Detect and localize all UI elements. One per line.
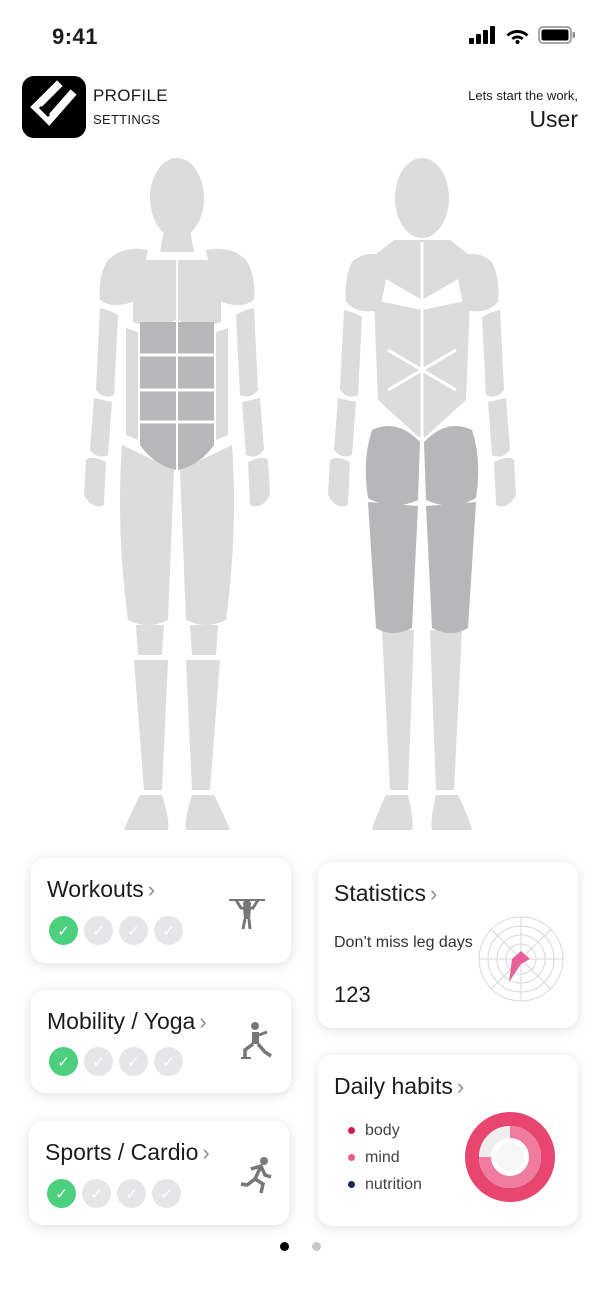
- workouts-card[interactable]: Workouts › ✓ ✓ ✓ ✓: [31, 858, 291, 963]
- neck: [160, 230, 194, 252]
- header: PROFILE SETTINGS Lets start the work, Us…: [0, 70, 600, 150]
- statistics-value: 123: [334, 982, 371, 1007]
- right-thigh: [180, 445, 234, 625]
- username: User: [529, 106, 578, 132]
- right-hand-back: [494, 457, 516, 507]
- check-circle-icon[interactable]: ✓: [154, 1047, 183, 1076]
- running-icon: [240, 1157, 272, 1194]
- left-foot-back: [372, 795, 413, 830]
- status-time: 9:41: [52, 24, 99, 49]
- chevron-right-icon: ›: [456, 1074, 465, 1099]
- left-foot: [124, 795, 169, 830]
- sports-title: Sports / Cardio ›: [45, 1139, 210, 1165]
- left-hamstring: [368, 502, 418, 633]
- wifi-icon: [506, 30, 529, 44]
- sports-cardio-card[interactable]: Sports / Cardio › ✓ ✓ ✓ ✓: [29, 1121, 289, 1225]
- legend-body: body: [348, 1117, 422, 1144]
- left-knee: [136, 625, 164, 655]
- checkmark-logo-icon: [30, 80, 77, 126]
- right-foot-back: [431, 795, 472, 830]
- legend-dot-body: [348, 1127, 355, 1134]
- statistics-title: Statistics ›: [334, 880, 438, 906]
- mobility-yoga-card[interactable]: Mobility / Yoga › ✓ ✓ ✓ ✓: [31, 990, 291, 1093]
- battery-icon: [538, 26, 575, 44]
- right-hamstring: [426, 502, 476, 633]
- check-circle-icon[interactable]: ✓: [117, 1179, 146, 1208]
- cellular-signal-icon: [469, 26, 495, 44]
- check-circle-icon[interactable]: ✓: [84, 1047, 113, 1076]
- abs-highlight-right: [178, 322, 214, 470]
- right-shin: [186, 660, 220, 790]
- status-icons: [469, 26, 576, 44]
- check-circle-icon[interactable]: ✓: [84, 916, 113, 945]
- page-dot-2[interactable]: [311, 1242, 321, 1251]
- left-forearm-back: [334, 398, 356, 457]
- right-glute: [424, 426, 479, 506]
- check-circle-icon[interactable]: ✓: [154, 916, 183, 945]
- abs-highlight: [140, 322, 176, 470]
- right-forearm: [242, 398, 264, 457]
- profile-link[interactable]: PROFILE: [93, 86, 168, 106]
- body-back-figure[interactable]: [322, 150, 530, 840]
- page-indicator[interactable]: [0, 1242, 600, 1251]
- check-circle-icon[interactable]: ✓: [119, 1047, 148, 1076]
- right-hand: [248, 457, 270, 507]
- chevron-right-icon: ›: [147, 877, 156, 902]
- check-circle-icon[interactable]: ✓: [49, 916, 78, 945]
- right-upper-arm: [236, 308, 258, 397]
- left-glute: [365, 426, 420, 506]
- daily-habits-card[interactable]: Daily habits › body mind nutrition: [318, 1055, 578, 1226]
- right-obliques: [216, 328, 228, 440]
- chevron-right-icon: ›: [199, 1009, 207, 1034]
- left-forearm: [90, 398, 112, 457]
- lunge-icon: [241, 1022, 272, 1059]
- left-calf: [382, 630, 414, 790]
- left-shin: [134, 660, 168, 790]
- body-front-figure[interactable]: [78, 150, 286, 840]
- left-hand: [84, 457, 106, 507]
- status-bar: 9:41: [0, 0, 600, 70]
- statistics-card[interactable]: Statistics › Don’t miss leg days 123: [318, 862, 578, 1028]
- chevron-right-icon: ›: [430, 881, 438, 906]
- app-logo-button[interactable]: [22, 76, 86, 138]
- statistics-message: Don’t miss leg days: [334, 934, 473, 951]
- workouts-title: Workouts ›: [47, 876, 156, 902]
- sports-progress: ✓ ✓ ✓ ✓: [47, 1179, 181, 1208]
- legend-dot-mind: [348, 1154, 355, 1161]
- head: [150, 158, 204, 238]
- head-back: [395, 158, 449, 238]
- mobility-title: Mobility / Yoga ›: [47, 1008, 207, 1034]
- right-foot: [185, 795, 230, 830]
- habits-title: Daily habits ›: [334, 1073, 465, 1099]
- right-calf: [430, 630, 462, 790]
- left-hand-back: [328, 457, 350, 507]
- right-upper-arm-back: [482, 310, 504, 397]
- radar-area: [509, 951, 530, 982]
- habits-ring-chart: [465, 1112, 555, 1202]
- legend-nutrition: nutrition: [348, 1171, 422, 1198]
- left-thigh: [120, 445, 174, 625]
- mobility-progress: ✓ ✓ ✓ ✓: [49, 1047, 183, 1076]
- legend-dot-nutrition: [348, 1181, 355, 1188]
- workouts-progress: ✓ ✓ ✓ ✓: [49, 916, 183, 945]
- left-upper-arm-back: [340, 310, 362, 397]
- check-circle-icon[interactable]: ✓: [119, 916, 148, 945]
- left-upper-arm: [96, 308, 118, 397]
- page-dot-1[interactable]: [279, 1242, 289, 1251]
- check-circle-icon[interactable]: ✓: [49, 1047, 78, 1076]
- check-circle-icon[interactable]: ✓: [82, 1179, 111, 1208]
- left-obliques: [126, 328, 138, 440]
- greeting-text: Lets start the work,: [468, 88, 578, 103]
- chevron-right-icon: ›: [202, 1140, 210, 1165]
- right-knee: [190, 625, 218, 655]
- legend-mind: mind: [348, 1144, 422, 1171]
- check-circle-icon[interactable]: ✓: [47, 1179, 76, 1208]
- radar-chart: [478, 916, 564, 1002]
- settings-link[interactable]: SETTINGS: [93, 112, 160, 127]
- check-circle-icon[interactable]: ✓: [152, 1179, 181, 1208]
- habits-legend: body mind nutrition: [348, 1117, 422, 1198]
- pullup-icon: [229, 899, 265, 930]
- right-forearm-back: [488, 398, 510, 457]
